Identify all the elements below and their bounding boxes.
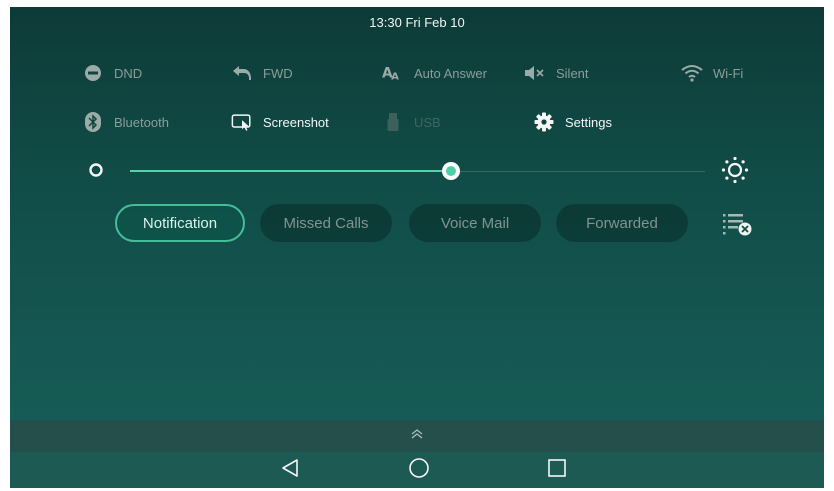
- usb-icon: [382, 112, 404, 132]
- brightness-high-icon[interactable]: [720, 155, 750, 190]
- forward-arrow-icon: [231, 63, 253, 83]
- settings-button[interactable]: Settings: [533, 112, 612, 132]
- clear-all-button[interactable]: [720, 212, 756, 240]
- brightness-track-empty: [450, 171, 705, 172]
- tab-forwarded[interactable]: Forwarded: [556, 204, 688, 242]
- collapse-handle[interactable]: [10, 420, 824, 452]
- recents-button[interactable]: [537, 456, 577, 484]
- chevron-up-icon: [410, 427, 424, 445]
- recents-square-icon: [547, 458, 567, 483]
- usb-toggle: USB: [382, 112, 441, 132]
- gear-icon: [533, 112, 555, 132]
- notification-tabs: Notification Missed Calls Voice Mail For…: [10, 204, 824, 244]
- silent-label: Silent: [556, 65, 589, 81]
- brightness-low-icon: [88, 162, 104, 183]
- brightness-slider[interactable]: [10, 155, 824, 185]
- screenshot-label: Screenshot: [263, 114, 329, 130]
- status-bar: 13:30 Fri Feb 10: [10, 7, 824, 37]
- home-button[interactable]: [399, 456, 439, 484]
- tab-notification[interactable]: Notification: [115, 204, 245, 242]
- back-triangle-icon: [280, 458, 300, 483]
- dnd-label: DND: [114, 65, 143, 81]
- status-datetime: 13:30 Fri Feb 10: [369, 14, 465, 30]
- back-button[interactable]: [270, 456, 310, 484]
- bluetooth-icon: [82, 112, 104, 132]
- usb-label: USB: [414, 114, 441, 130]
- brightness-track-filled: [130, 170, 450, 172]
- speaker-muted-icon: [524, 63, 546, 83]
- bluetooth-toggle[interactable]: Bluetooth: [82, 112, 169, 132]
- silent-toggle[interactable]: Silent: [524, 63, 589, 83]
- svg-text:A: A: [391, 71, 399, 82]
- clear-all-icon: [721, 211, 755, 242]
- brightness-thumb[interactable]: [442, 162, 460, 180]
- dnd-toggle[interactable]: DND: [82, 63, 142, 83]
- navigation-bar: [10, 452, 824, 488]
- auto-answer-label: Auto Answer: [414, 65, 487, 81]
- minus-circle-icon: [82, 63, 104, 83]
- wifi-label: Wi-Fi: [713, 65, 744, 81]
- auto-answer-icon: AA: [382, 63, 404, 83]
- screenshot-icon: [231, 112, 253, 132]
- fwd-label: FWD: [263, 65, 293, 81]
- home-circle-icon: [408, 457, 430, 484]
- quick-settings-panel: 13:30 Fri Feb 10 DND FWD AA Auto Answer …: [10, 7, 824, 488]
- auto-answer-toggle[interactable]: AA Auto Answer: [382, 63, 487, 83]
- fwd-toggle[interactable]: FWD: [231, 63, 293, 83]
- tab-missed-calls[interactable]: Missed Calls: [260, 204, 392, 242]
- settings-label: Settings: [565, 114, 612, 130]
- bluetooth-label: Bluetooth: [114, 114, 169, 130]
- wifi-icon: [681, 63, 703, 83]
- tab-voice-mail[interactable]: Voice Mail: [409, 204, 541, 242]
- wifi-toggle[interactable]: Wi-Fi: [681, 63, 743, 83]
- screenshot-button[interactable]: Screenshot: [231, 112, 329, 132]
